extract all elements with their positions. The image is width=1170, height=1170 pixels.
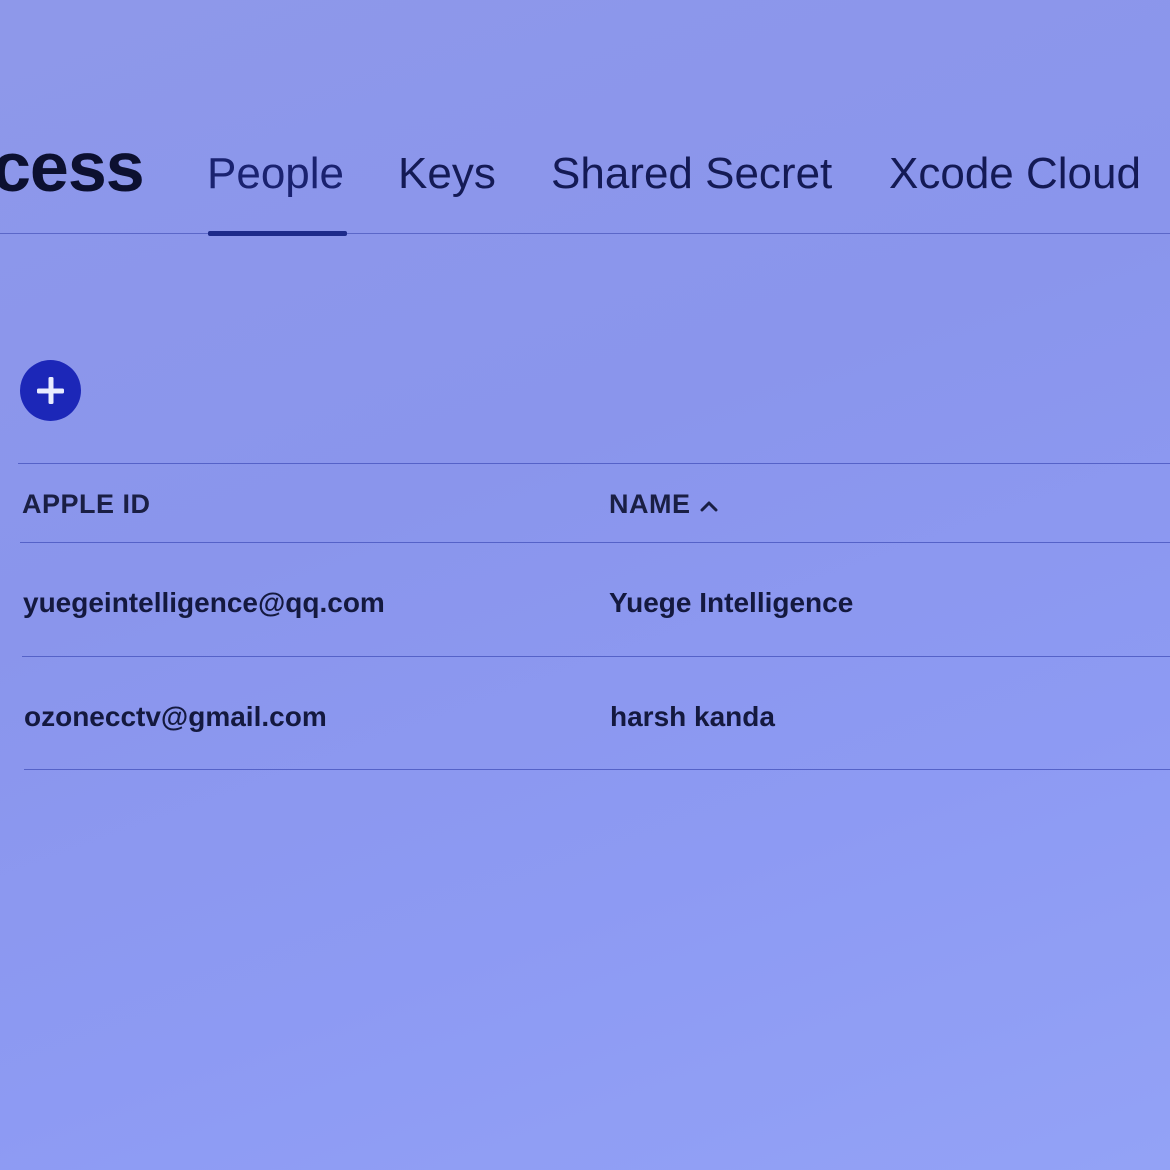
tab-keys[interactable]: Keys (398, 149, 496, 198)
table-row-2-apple-id: ozonecctv@gmail.com (24, 701, 327, 732)
table-row-2-name: harsh kanda (610, 701, 775, 732)
header-divider (20, 542, 1170, 543)
table-row-1-name: Yuege Intelligence (609, 587, 854, 618)
column-header-name-label: NAME (609, 489, 691, 519)
row-divider (24, 769, 1170, 770)
add-person-button[interactable] (20, 360, 81, 421)
table-row-1-apple-id: yuegeintelligence@qq.com (23, 587, 385, 618)
page-title: cess (0, 128, 145, 206)
tabs-divider (0, 233, 1170, 234)
active-tab-indicator (208, 231, 347, 236)
plus-circle-icon (37, 377, 64, 404)
table-top-divider (18, 463, 1170, 464)
column-header-name[interactable]: NAME (609, 488, 719, 520)
tab-people[interactable]: People (207, 149, 344, 198)
column-header-apple-id: APPLE ID (22, 489, 151, 519)
tab-shared-secret[interactable]: Shared Secret (551, 149, 832, 198)
row-divider (22, 656, 1170, 657)
chevron-up-icon (699, 488, 719, 520)
tab-xcode-cloud[interactable]: Xcode Cloud (889, 149, 1141, 198)
